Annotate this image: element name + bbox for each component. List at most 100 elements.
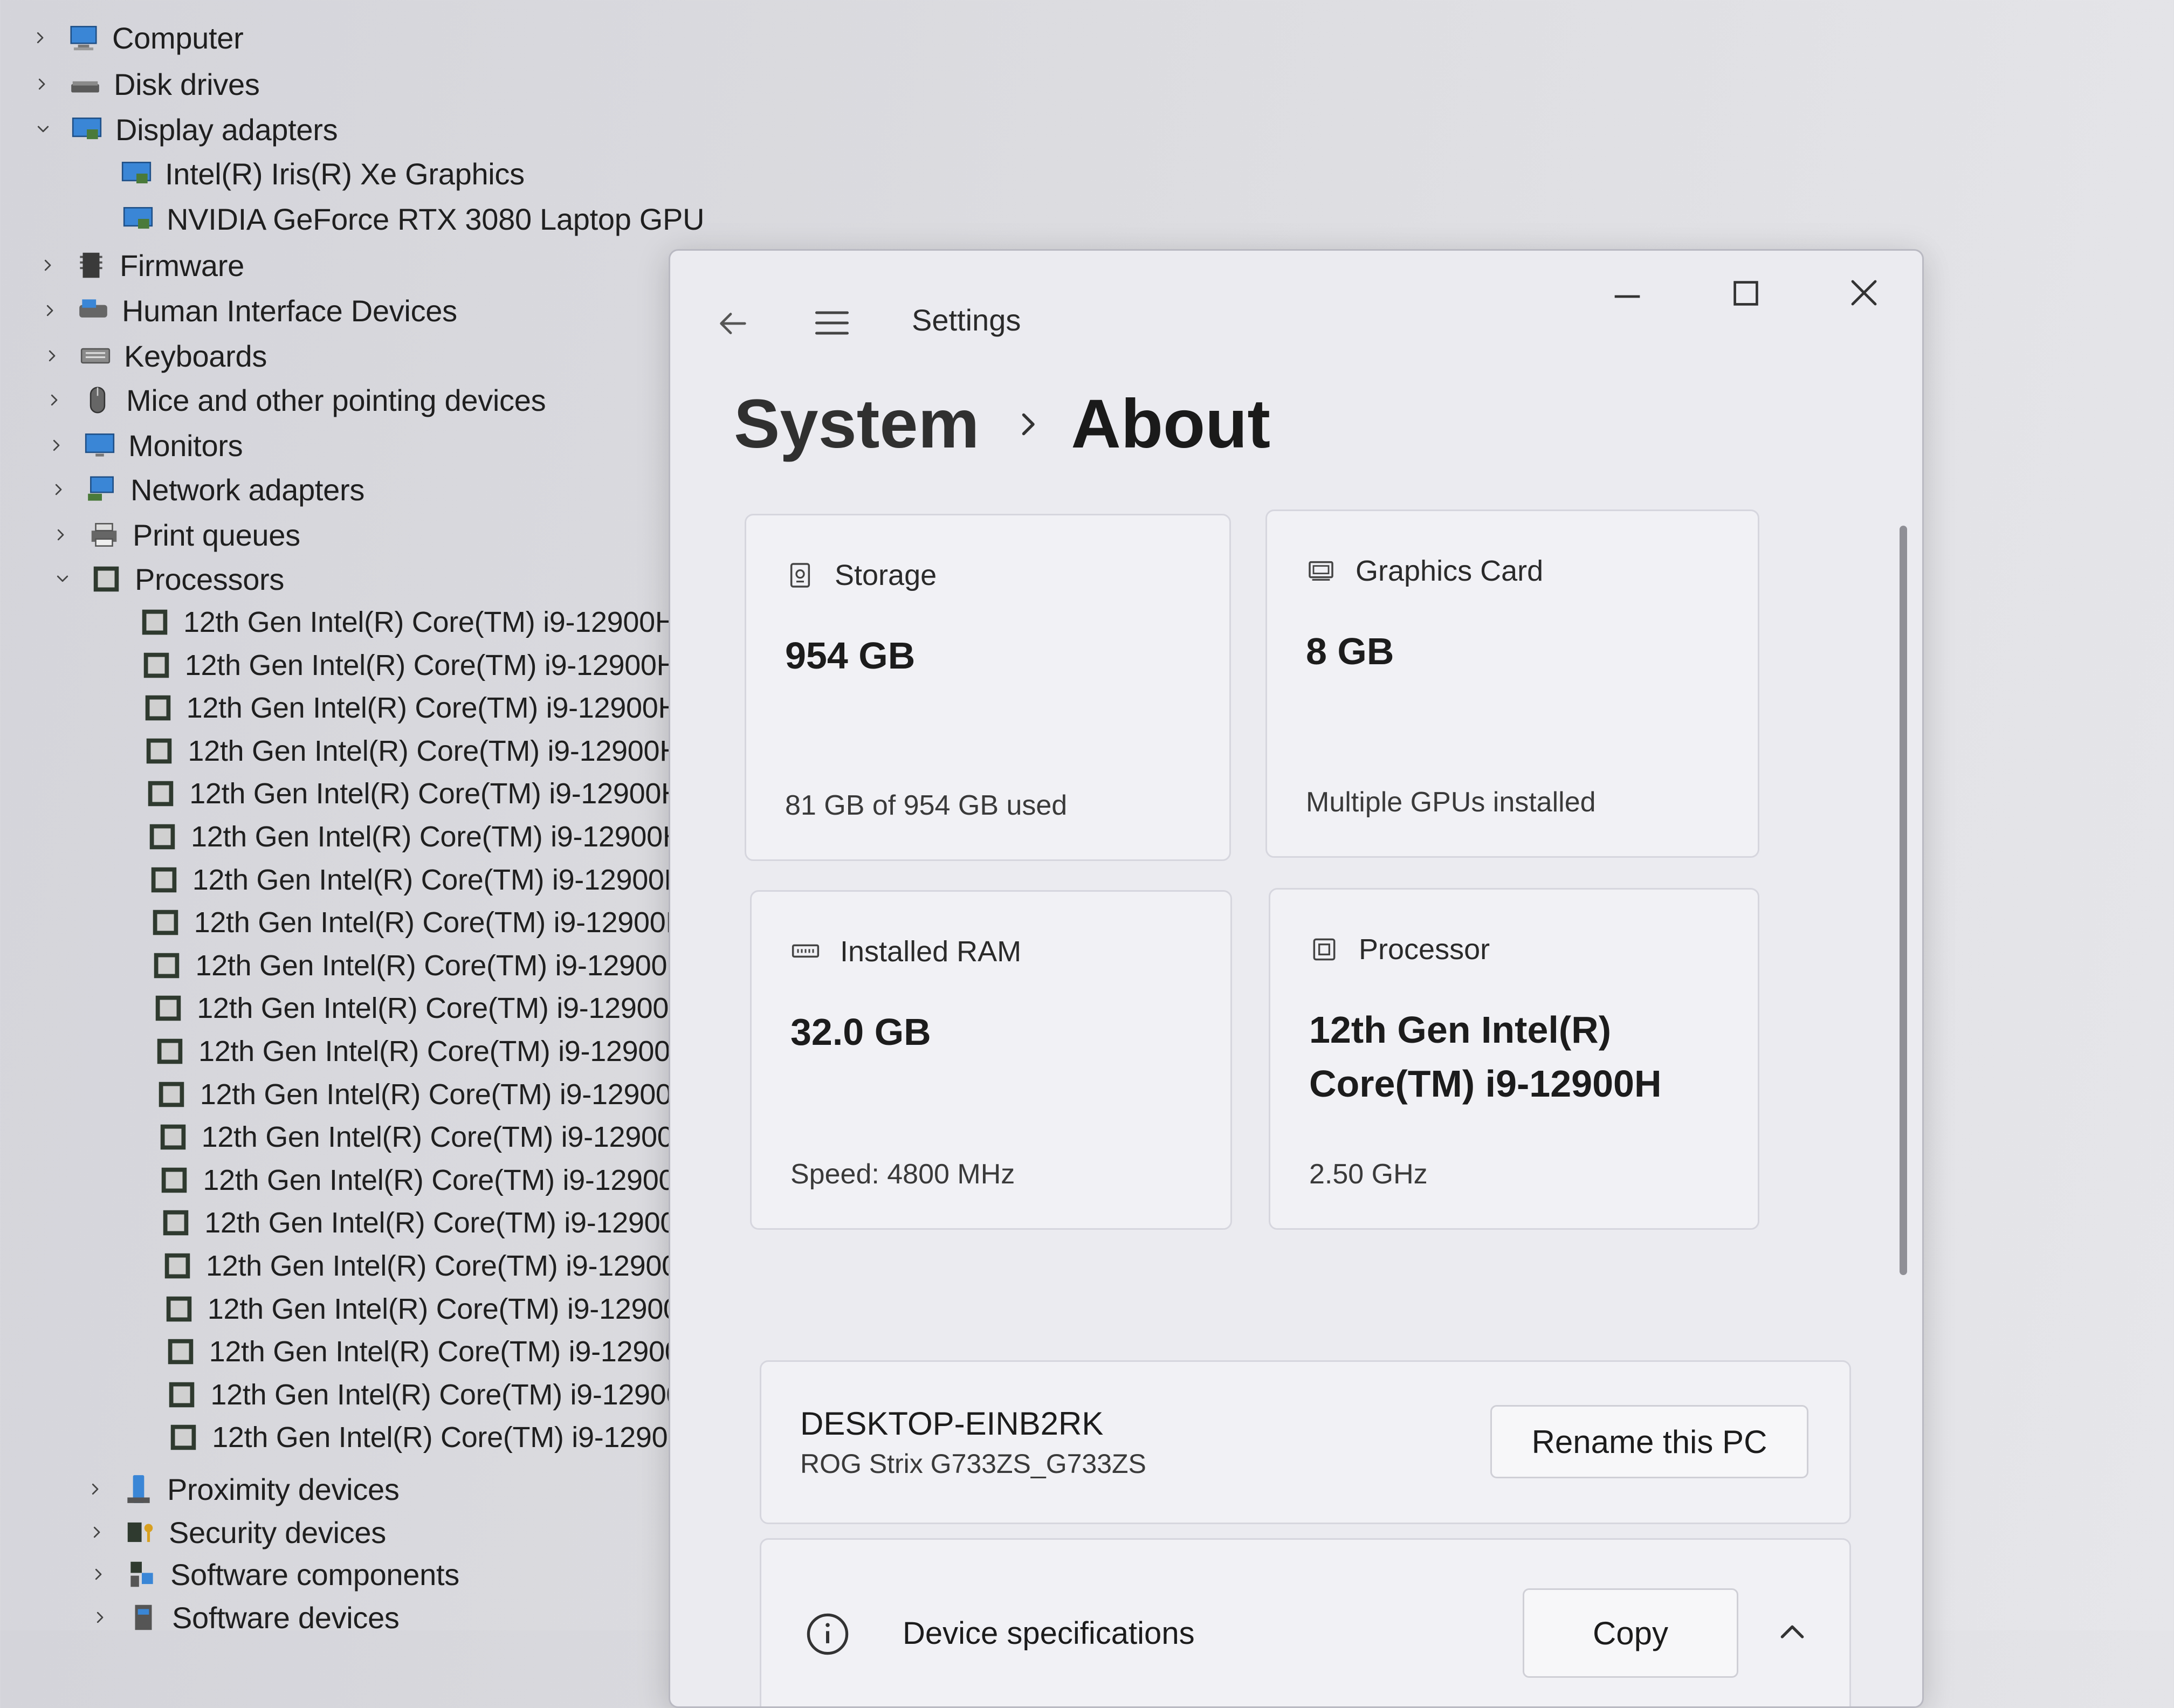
chevron-right-icon xyxy=(1022,413,1035,435)
tree-category-item[interactable]: Print queues xyxy=(47,513,300,556)
chevron-right-icon xyxy=(51,394,58,406)
tree-item-label: Computer xyxy=(112,20,244,55)
breadcrumb-parent[interactable]: System xyxy=(734,384,979,464)
tree-leaf-item[interactable]: 12th Gen Intel(R) Core(TM) i9-12900H xyxy=(165,1373,703,1416)
back-arrow-icon xyxy=(720,313,746,334)
tree-leaf-item[interactable]: 12th Gen Intel(R) Core(TM) i9-12900H xyxy=(156,1115,694,1159)
rename-pc-button[interactable]: Rename this PC xyxy=(1490,1405,1808,1478)
back-button[interactable] xyxy=(713,305,751,342)
expand-toggle[interactable] xyxy=(39,343,65,369)
tree-leaf-item[interactable]: NVIDIA GeForce RTX 3080 Laptop GPU xyxy=(121,197,705,240)
expand-toggle[interactable] xyxy=(84,1519,109,1545)
tree-category-item[interactable]: Firmware xyxy=(35,244,244,287)
expand-toggle[interactable] xyxy=(37,298,63,323)
expand-toggle[interactable] xyxy=(45,477,71,502)
tree-category-item[interactable]: Human Interface Devices xyxy=(37,289,457,332)
tree-leaf-item[interactable]: 12th Gen Intel(R) Core(TM) i9-12900H xyxy=(144,772,682,815)
chevron-down-icon xyxy=(37,126,49,133)
tree-leaf-item[interactable]: 12th Gen Intel(R) Core(TM) i9-12900H xyxy=(152,987,690,1030)
navigation-menu-button[interactable] xyxy=(811,302,852,343)
ram-icon xyxy=(792,944,820,958)
expand-toggle[interactable] xyxy=(82,1476,108,1502)
expand-toggle[interactable] xyxy=(41,387,67,413)
chevron-up-icon[interactable] xyxy=(1775,1615,1810,1650)
proximity-icon xyxy=(122,1472,155,1506)
chevron-right-icon xyxy=(55,484,62,495)
minimize-icon xyxy=(1614,295,1640,298)
tree-leaf-item[interactable]: 12th Gen Intel(R) Core(TM) i9-12900H xyxy=(155,1073,693,1116)
expand-toggle[interactable] xyxy=(27,25,53,51)
title-bar: Settings xyxy=(670,251,1922,337)
tree-leaf-item[interactable]: Intel(R) Iris(R) Xe Graphics xyxy=(120,152,525,195)
processor-icon xyxy=(162,1292,196,1326)
tree-item-label: NVIDIA GeForce RTX 3080 Laptop GPU xyxy=(167,202,705,236)
tree-leaf-item[interactable]: 12th Gen Intel(R) Core(TM) i9-12900H xyxy=(164,1330,701,1373)
chevron-right-icon xyxy=(97,1611,104,1623)
copy-button[interactable]: Copy xyxy=(1523,1588,1738,1678)
tree-item-label: 12th Gen Intel(R) Core(TM) i9-12900H xyxy=(210,1378,703,1411)
tree-item-label: 12th Gen Intel(R) Core(TM) i9-12900H xyxy=(204,1207,697,1239)
tree-item-label: 12th Gen Intel(R) Core(TM) i9-12900H xyxy=(197,992,690,1025)
tree-category-item[interactable]: Proximity devices xyxy=(82,1468,400,1511)
tree-leaf-item[interactable]: 12th Gen Intel(R) Core(TM) i9-12900H xyxy=(140,644,678,687)
tree-leaf-item[interactable]: 12th Gen Intel(R) Core(TM) i9-12900H xyxy=(153,1030,691,1073)
close-button[interactable] xyxy=(1845,273,1883,312)
tree-leaf-item[interactable]: 12th Gen Intel(R) Core(TM) i9-12900H xyxy=(161,1244,699,1287)
processor-icon xyxy=(1313,938,1336,961)
expand-toggle[interactable] xyxy=(87,1604,113,1630)
tree-item-label: 12th Gen Intel(R) Core(TM) i9-12900H xyxy=(203,1163,696,1196)
tree-leaf-item[interactable]: 12th Gen Intel(R) Core(TM) i9-12900H xyxy=(150,944,688,987)
tree-leaf-item[interactable]: 12th Gen Intel(R) Core(TM) i9-12900H xyxy=(159,1201,697,1244)
tree-leaf-item[interactable]: 12th Gen Intel(R) Core(TM) i9-12900H xyxy=(157,1159,696,1202)
card-title: Installed RAM xyxy=(840,935,1022,968)
expand-toggle[interactable] xyxy=(47,522,73,548)
tree-leaf-item[interactable]: 12th Gen Intel(R) Core(TM) i9-12900H xyxy=(149,901,687,944)
chevron-right-icon xyxy=(93,1526,100,1538)
chevron-right-icon xyxy=(44,259,51,271)
expand-toggle[interactable] xyxy=(43,432,69,458)
expand-toggle[interactable] xyxy=(30,116,56,142)
page-title: About xyxy=(1071,385,1270,463)
tree-item-label: 12th Gen Intel(R) Core(TM) i9-12900H xyxy=(194,906,687,939)
device-specifications-panel[interactable]: Device specifications Copy xyxy=(760,1538,1851,1706)
expand-toggle[interactable] xyxy=(85,1561,111,1587)
tree-leaf-item[interactable]: 12th Gen Intel(R) Core(TM) i9-12900H xyxy=(147,858,685,901)
tree-category-item[interactable]: Processors xyxy=(50,557,284,601)
tree-category-item[interactable]: Computer xyxy=(27,16,244,59)
card-value: 954 GB xyxy=(785,635,916,677)
printer-icon xyxy=(87,518,121,552)
tree-item-label: Human Interface Devices xyxy=(122,293,457,328)
tree-leaf-item[interactable]: 12th Gen Intel(R) Core(TM) i9-12900H xyxy=(167,1416,705,1459)
processor-icon xyxy=(149,906,182,939)
tree-leaf-item[interactable]: 12th Gen Intel(R) Core(TM) i9-12900H xyxy=(138,601,676,644)
tree-item-label: Software components xyxy=(170,1557,459,1592)
tree-item-label: 12th Gen Intel(R) Core(TM) i9-12900H xyxy=(195,949,688,982)
processor-icon xyxy=(150,949,183,982)
expand-toggle[interactable] xyxy=(35,252,60,278)
tree-category-item[interactable]: Monitors xyxy=(43,424,243,467)
expand-toggle[interactable] xyxy=(29,71,54,97)
tree-leaf-item[interactable]: 12th Gen Intel(R) Core(TM) i9-12900H xyxy=(146,815,684,858)
processor-icon xyxy=(153,1035,187,1068)
tree-leaf-item[interactable]: 12th Gen Intel(R) Core(TM) i9-12900H xyxy=(162,1287,700,1331)
tree-category-item[interactable]: Keyboards xyxy=(39,334,267,377)
firmware-icon xyxy=(74,249,108,282)
maximize-button[interactable] xyxy=(1727,274,1765,312)
device-name: DESKTOP-EINB2RK xyxy=(800,1406,1104,1442)
minimize-button[interactable] xyxy=(1608,278,1646,315)
tree-category-item[interactable]: Disk drives xyxy=(29,63,260,106)
tree-category-item[interactable]: Network adapters xyxy=(45,468,364,511)
tree-leaf-item[interactable]: 12th Gen Intel(R) Core(TM) i9-12900H xyxy=(142,729,680,773)
tree-category-item[interactable]: Software components xyxy=(85,1553,459,1596)
tree-category-item[interactable]: Display adapters xyxy=(30,108,338,151)
tree-category-item[interactable]: Security devices xyxy=(84,1511,386,1554)
expand-toggle[interactable] xyxy=(50,566,75,592)
tree-item-label: 12th Gen Intel(R) Core(TM) i9-12900H xyxy=(183,606,676,638)
tree-leaf-item[interactable]: 12th Gen Intel(R) Core(TM) i9-12900H xyxy=(141,686,679,729)
tree-category-item[interactable]: Mice and other pointing devices xyxy=(41,378,546,422)
chevron-right-icon xyxy=(37,32,44,44)
tree-category-item[interactable]: Software devices xyxy=(87,1596,400,1639)
card-title: Storage xyxy=(835,559,937,591)
maximize-icon xyxy=(1733,281,1758,306)
scrollbar[interactable] xyxy=(1900,526,1907,1275)
